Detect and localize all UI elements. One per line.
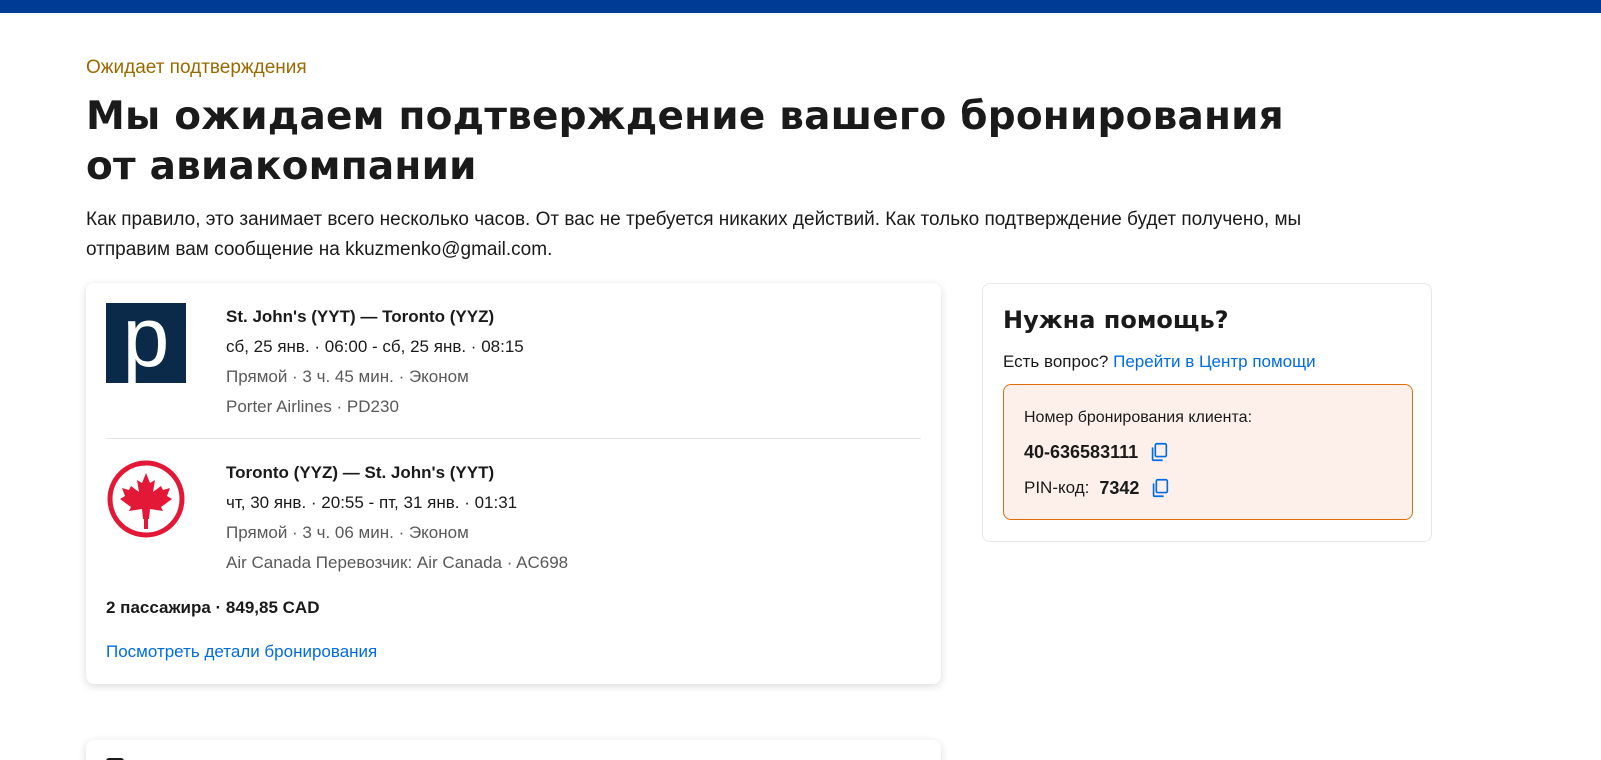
help-center-link[interactable]: Перейти в Центр помощи — [1113, 352, 1316, 371]
page-title: Мы ожидаем подтверждение вашего брониров… — [86, 94, 1284, 189]
flight-times: сб, 25 янв. · 06:00 - сб, 25 янв. · 08:1… — [226, 337, 524, 356]
flight-route: Toronto (YYZ) — St. John's (YYT) — [226, 463, 495, 482]
copy-booking-number-icon[interactable] — [1148, 441, 1170, 463]
copy-pin-icon[interactable] — [1149, 477, 1171, 499]
help-title: Нужна помощь? — [1003, 306, 1229, 334]
booking-number-row: 40-636583111 — [1024, 441, 1170, 463]
pin-value: 7342 — [1099, 477, 1140, 498]
flight-airline: Porter Airlines · PD230 — [226, 397, 399, 416]
view-booking-details-link[interactable]: Посмотреть детали бронирования — [106, 642, 377, 662]
flight-route: St. John's (YYT) — Toronto (YYZ) — [226, 307, 495, 326]
flight-info: St. John's (YYT) — Toronto (YYZ) сб, 25 … — [226, 305, 524, 425]
trip-card: p St. John's (YYT) — Toronto (YYZ) сб, 2… — [86, 283, 941, 684]
top-brand-bar — [0, 0, 1601, 13]
page-lead-text: Как правило, это занимает всего нескольк… — [86, 209, 1302, 260]
pin-label: PIN-код: — [1024, 478, 1090, 497]
status-label: Ожидает подтверждения — [86, 57, 307, 78]
help-card: Нужна помощь? Есть вопрос? Перейти в Цен… — [982, 283, 1432, 542]
flight-meta: Прямой · 3 ч. 45 мин. · Эконом — [226, 367, 469, 386]
booking-number-label: Номер бронирования клиента: — [1024, 409, 1253, 426]
booking-number: 40-636583111 — [1024, 441, 1139, 462]
flight-info: Toronto (YYZ) — St. John's (YYT) чт, 30 … — [226, 461, 568, 581]
booking-reference-box: Номер бронирования клиента: 40-636583111… — [1003, 384, 1413, 520]
flight-airline: Air Canada Перевозчик: Air Canada · AC69… — [226, 553, 569, 572]
flight-divider — [106, 438, 921, 439]
air-canada-logo-icon — [106, 459, 186, 539]
porter-airlines-logo-icon: p — [106, 295, 186, 383]
booking-summary: 2 пассажира · 849,85 CAD — [106, 598, 320, 617]
help-question: Есть вопрос? Перейти в Центр помощи — [1003, 352, 1316, 371]
pin-row: PIN-код: 7342 — [1024, 477, 1171, 499]
flight-times: чт, 30 янв. · 20:55 - пт, 31 янв. · 01:3… — [226, 493, 518, 512]
flight-meta: Прямой · 3 ч. 06 мин. · Эконом — [226, 523, 469, 542]
flight-return: Toronto (YYZ) — St. John's (YYT) чт, 30 … — [106, 459, 921, 579]
flight-outbound: p St. John's (YYT) — Toronto (YYZ) сб, 2… — [106, 295, 921, 425]
next-section-card — [86, 740, 941, 760]
